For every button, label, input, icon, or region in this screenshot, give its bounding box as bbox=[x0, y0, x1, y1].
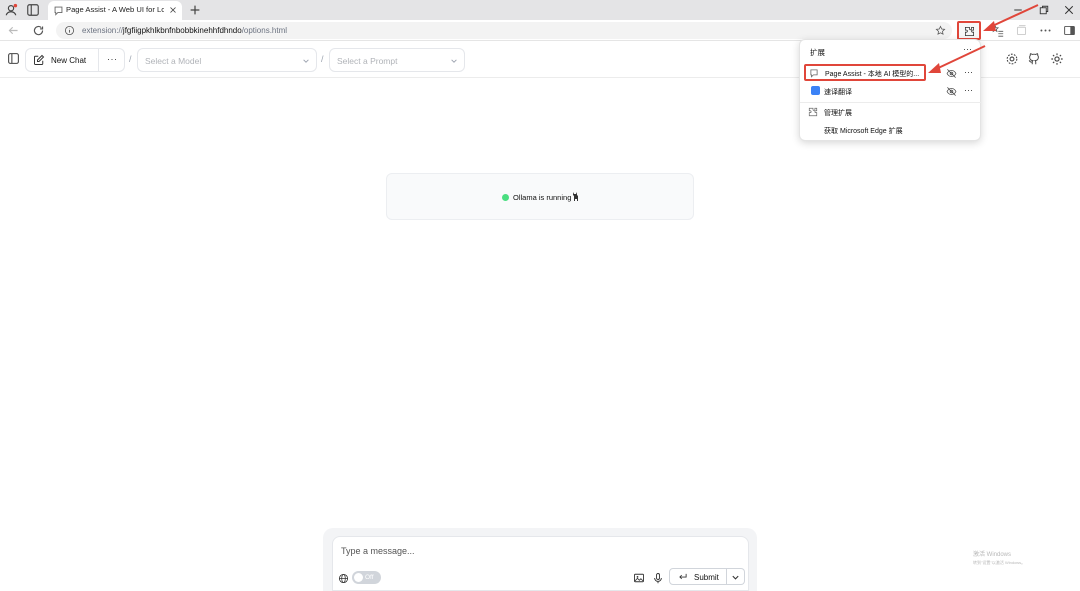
extension-item-label: 速译翻译 bbox=[824, 89, 852, 96]
separator: / bbox=[129, 54, 132, 64]
menu-divider bbox=[800, 102, 982, 103]
active-tab[interactable]: Page Assist - A Web UI for Local AI bbox=[48, 1, 182, 20]
manage-extensions-label: 管理扩展 bbox=[824, 110, 852, 117]
submit-options-button[interactable] bbox=[727, 568, 745, 585]
hide-from-toolbar-icon[interactable] bbox=[946, 68, 957, 79]
puzzle-icon bbox=[964, 26, 975, 37]
prompt-select-placeholder: Select a Prompt bbox=[337, 56, 398, 66]
separator: / bbox=[321, 54, 324, 64]
browser-tab-strip: Page Assist - A Web UI for Local AI bbox=[0, 0, 1080, 20]
restore-icon[interactable] bbox=[1038, 4, 1050, 16]
close-tab-icon[interactable] bbox=[168, 5, 178, 15]
tab-title: Page Assist - A Web UI for Local AI bbox=[66, 5, 164, 14]
status-indicator-dot bbox=[502, 194, 509, 201]
chevron-down-icon bbox=[303, 59, 309, 63]
microphone-icon[interactable] bbox=[652, 572, 664, 584]
model-select-placeholder: Select a Model bbox=[145, 56, 202, 66]
toggle-knob bbox=[354, 573, 363, 582]
extension-item-label: Page Assist - 本地 AI 模型的... bbox=[825, 71, 920, 78]
submit-label: Submit bbox=[694, 573, 719, 582]
llama-icon bbox=[573, 192, 578, 201]
favorite-star-icon[interactable] bbox=[935, 25, 946, 36]
composer-box: Off Submit bbox=[332, 536, 749, 591]
submit-button[interactable]: Submit bbox=[669, 568, 727, 585]
new-chat-button[interactable]: New Chat bbox=[25, 48, 99, 72]
settings-more-icon[interactable] bbox=[1039, 24, 1052, 37]
address-text: extension://jfgfiigpkhlkbnfnbobbkinehhfd… bbox=[82, 26, 288, 35]
site-info-icon[interactable] bbox=[64, 25, 75, 36]
web-search-toggle[interactable]: Off bbox=[352, 571, 381, 584]
new-tab-icon[interactable] bbox=[188, 3, 202, 17]
collections-icon[interactable] bbox=[1015, 24, 1028, 37]
settings-gear-icon[interactable] bbox=[1005, 52, 1019, 66]
extensions-button[interactable] bbox=[957, 21, 981, 40]
manage-extensions-item[interactable]: 管理扩展 bbox=[804, 104, 978, 121]
page-assist-favicon-icon bbox=[54, 6, 63, 16]
message-input[interactable] bbox=[341, 546, 701, 556]
minimize-icon[interactable] bbox=[1012, 4, 1024, 16]
extensions-menu: 扩展 ··· Page Assist - 本地 AI 模型的... ··· 速译… bbox=[799, 39, 982, 141]
gear-icon[interactable] bbox=[1050, 52, 1064, 66]
address-bar[interactable]: extension://jfgfiigpkhlkbnfnbobbkinehhfd… bbox=[56, 22, 952, 39]
browser-toolbar: extension://jfgfiigpkhlkbnfnbobbkinehhfd… bbox=[0, 20, 1080, 41]
translate-extension-icon bbox=[811, 86, 820, 95]
new-chat-label: New Chat bbox=[51, 56, 87, 65]
github-icon[interactable] bbox=[1027, 52, 1041, 66]
back-icon[interactable] bbox=[7, 24, 20, 37]
sidebar-toggle-icon[interactable] bbox=[7, 52, 20, 65]
page-assist-icon bbox=[810, 69, 818, 78]
tab-actions-icon[interactable] bbox=[26, 3, 40, 17]
extension-item-page-assist[interactable]: Page Assist - 本地 AI 模型的... bbox=[804, 64, 926, 81]
enter-icon bbox=[679, 573, 687, 580]
prompt-select[interactable]: Select a Prompt bbox=[329, 48, 465, 72]
more-options-label: ··· bbox=[107, 54, 118, 64]
extensions-menu-title: 扩展 bbox=[810, 48, 825, 57]
profile-icon[interactable] bbox=[4, 3, 18, 17]
chevron-down-icon bbox=[451, 59, 457, 63]
extension-item-more[interactable]: ··· bbox=[964, 67, 973, 77]
refresh-icon[interactable] bbox=[32, 24, 45, 37]
get-edge-extensions-item[interactable]: 获取 Microsoft Edge 扩展 bbox=[804, 122, 978, 139]
extension-item-more[interactable]: ··· bbox=[964, 85, 973, 95]
favorites-icon[interactable] bbox=[991, 24, 1004, 37]
globe-icon[interactable] bbox=[338, 573, 349, 584]
chevron-down-icon bbox=[732, 575, 739, 580]
puzzle-icon bbox=[808, 107, 818, 117]
extensions-menu-more[interactable]: ··· bbox=[963, 44, 972, 54]
get-edge-extensions-label: 获取 Microsoft Edge 扩展 bbox=[824, 128, 903, 135]
image-upload-icon[interactable] bbox=[633, 572, 645, 584]
hide-from-toolbar-icon[interactable] bbox=[946, 86, 957, 97]
more-options-button[interactable]: ··· bbox=[99, 48, 125, 72]
sidebar-panel-icon[interactable] bbox=[1063, 24, 1076, 37]
close-window-icon[interactable] bbox=[1063, 4, 1075, 16]
model-select[interactable]: Select a Model bbox=[137, 48, 317, 72]
status-text: Ollama is running bbox=[513, 193, 572, 202]
ollama-status-card: Ollama is running bbox=[386, 173, 694, 220]
edit-icon bbox=[34, 54, 45, 65]
composer-area: Off Submit bbox=[323, 528, 757, 591]
toggle-label: Off bbox=[365, 573, 374, 581]
windows-activation-watermark: 激活 Windows 转到"设置"以激活 Windows。 bbox=[973, 552, 1026, 565]
